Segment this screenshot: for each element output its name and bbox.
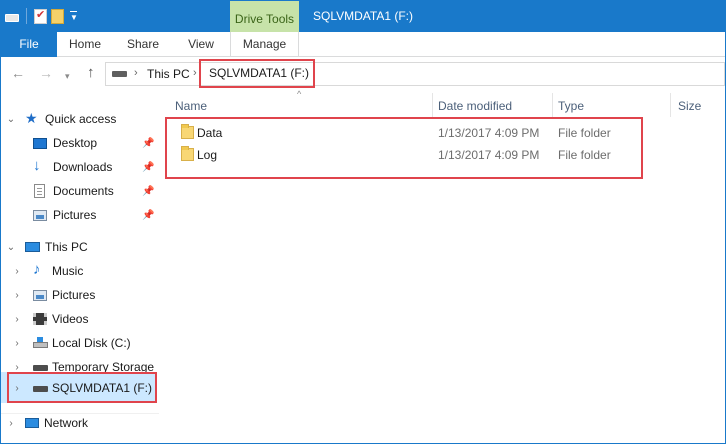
sidebar-item-label: Network — [44, 416, 89, 430]
sidebar-item-label: Desktop — [53, 136, 98, 150]
chevron-right-icon[interactable]: › — [12, 362, 22, 373]
sidebar-item-label: Quick access — [45, 112, 117, 126]
sidebar-item-downloads[interactable]: ↓ Downloads 📌 — [1, 156, 159, 178]
sidebar-item-label: Music — [52, 264, 84, 278]
navigation-row: ← → ▾ ↑ › This PC › SQLVMDATA1 (F:) — [1, 57, 725, 91]
title-bar: ▼ Drive Tools SQLVMDATA1 (F:) — [1, 1, 725, 32]
sidebar-item-label: Pictures — [52, 288, 96, 302]
local-disk-icon — [33, 337, 48, 348]
music-icon: ♪ — [33, 261, 41, 278]
pin-icon[interactable]: 📌 — [142, 138, 154, 149]
tab-manage[interactable]: Manage — [230, 32, 299, 57]
chevron-right-icon[interactable]: › — [12, 290, 22, 301]
sidebar-item-local-disk[interactable]: › Local Disk (C:) — [1, 332, 159, 354]
toolbar-divider — [26, 8, 27, 24]
sidebar-item-label: Local Disk (C:) — [52, 336, 131, 350]
column-divider[interactable] — [552, 93, 553, 117]
chevron-down-icon[interactable]: ⌄ — [6, 114, 16, 125]
sidebar-item-label: This PC — [45, 240, 88, 254]
sidebar-item-desktop[interactable]: Desktop 📌 — [1, 132, 159, 154]
drive-icon — [112, 71, 127, 77]
sidebar-item-label: Pictures — [53, 208, 97, 222]
computer-icon — [25, 242, 40, 252]
pin-icon[interactable]: 📌 — [142, 162, 154, 173]
sidebar-item-quick-access[interactable]: ⌄ ★ Quick access — [1, 108, 159, 130]
forward-arrow-icon[interactable]: → — [39, 65, 53, 81]
back-arrow-icon[interactable]: ← — [11, 65, 25, 81]
highlight-annotation-box — [7, 372, 157, 403]
sidebar-item-label: Downloads — [53, 160, 113, 174]
chevron-right-icon[interactable]: › — [12, 338, 22, 349]
pin-icon[interactable]: 📌 — [142, 210, 154, 221]
drive-icon — [33, 365, 48, 371]
sidebar-item-pictures-quick[interactable]: Pictures 📌 — [1, 204, 159, 226]
sidebar-item-pictures[interactable]: › Pictures — [1, 284, 159, 306]
column-header-type[interactable]: Type — [558, 99, 584, 113]
breadcrumb-current-drive[interactable]: SQLVMDATA1 (F:) — [199, 59, 315, 88]
navigation-pane: ⌄ ★ Quick access Desktop 📌 ↓ Downloads 📌… — [1, 91, 161, 443]
chevron-down-icon[interactable]: ⌄ — [6, 242, 16, 253]
sidebar-item-documents[interactable]: Documents 📌 — [1, 180, 159, 202]
new-folder-icon[interactable] — [51, 8, 64, 24]
sidebar-item-videos[interactable]: › Videos — [1, 308, 159, 330]
chevron-right-icon[interactable]: › — [6, 418, 16, 429]
sidebar-item-label: Documents — [53, 184, 114, 198]
breadcrumb-this-pc[interactable]: This PC — [147, 67, 190, 81]
sidebar-item-label: Videos — [52, 312, 89, 326]
quick-access-toolbar: ▼ — [5, 8, 78, 24]
chevron-right-icon[interactable]: › — [12, 266, 22, 277]
highlight-annotation-box — [165, 117, 643, 179]
pictures-icon — [33, 210, 47, 221]
downloads-icon: ↓ — [33, 157, 41, 174]
properties-icon[interactable] — [34, 8, 47, 24]
sidebar-item-music[interactable]: › ♪ Music — [1, 260, 159, 282]
tab-home[interactable]: Home — [57, 32, 113, 57]
ribbon-tabs: File Home Share View Manage — [1, 32, 725, 57]
documents-icon — [34, 184, 45, 198]
file-explorer-window: ▼ Drive Tools SQLVMDATA1 (F:) File Home … — [0, 0, 726, 444]
window-title: SQLVMDATA1 (F:) — [313, 9, 414, 23]
videos-icon — [33, 313, 47, 325]
tab-view[interactable]: View — [173, 32, 229, 57]
address-bar[interactable]: › This PC › SQLVMDATA1 (F:) — [105, 59, 725, 88]
column-header-size[interactable]: Size — [678, 99, 701, 113]
star-icon: ★ — [25, 110, 38, 126]
recent-locations-chevron-icon[interactable]: ▾ — [65, 68, 70, 84]
file-list-pane: ^ Name Date modified Type Size Data 1/13… — [161, 89, 725, 443]
breadcrumb-separator-icon[interactable]: › — [134, 67, 138, 79]
tab-share[interactable]: Share — [113, 32, 173, 57]
column-divider[interactable] — [670, 93, 671, 117]
drive-icon[interactable] — [5, 14, 19, 22]
network-icon — [25, 418, 39, 428]
breadcrumb-separator-icon[interactable]: › — [193, 67, 197, 79]
pictures-icon — [33, 290, 47, 301]
tab-file[interactable]: File — [1, 32, 57, 57]
drive-tools-tab-group: Drive Tools — [230, 1, 299, 32]
column-divider[interactable] — [432, 93, 433, 117]
pin-icon[interactable]: 📌 — [142, 186, 154, 197]
sort-ascending-icon: ^ — [297, 89, 302, 99]
column-header-name[interactable]: Name — [175, 99, 207, 113]
desktop-icon — [33, 138, 47, 149]
column-header-date-modified[interactable]: Date modified — [438, 99, 512, 113]
up-arrow-icon[interactable]: ↑ — [87, 65, 95, 81]
chevron-right-icon[interactable]: › — [12, 314, 22, 325]
sidebar-item-this-pc[interactable]: ⌄ This PC — [1, 236, 159, 258]
sidebar-item-network[interactable]: › Network — [1, 412, 159, 434]
customize-toolbar-chevron-icon[interactable]: ▼ — [70, 10, 78, 22]
